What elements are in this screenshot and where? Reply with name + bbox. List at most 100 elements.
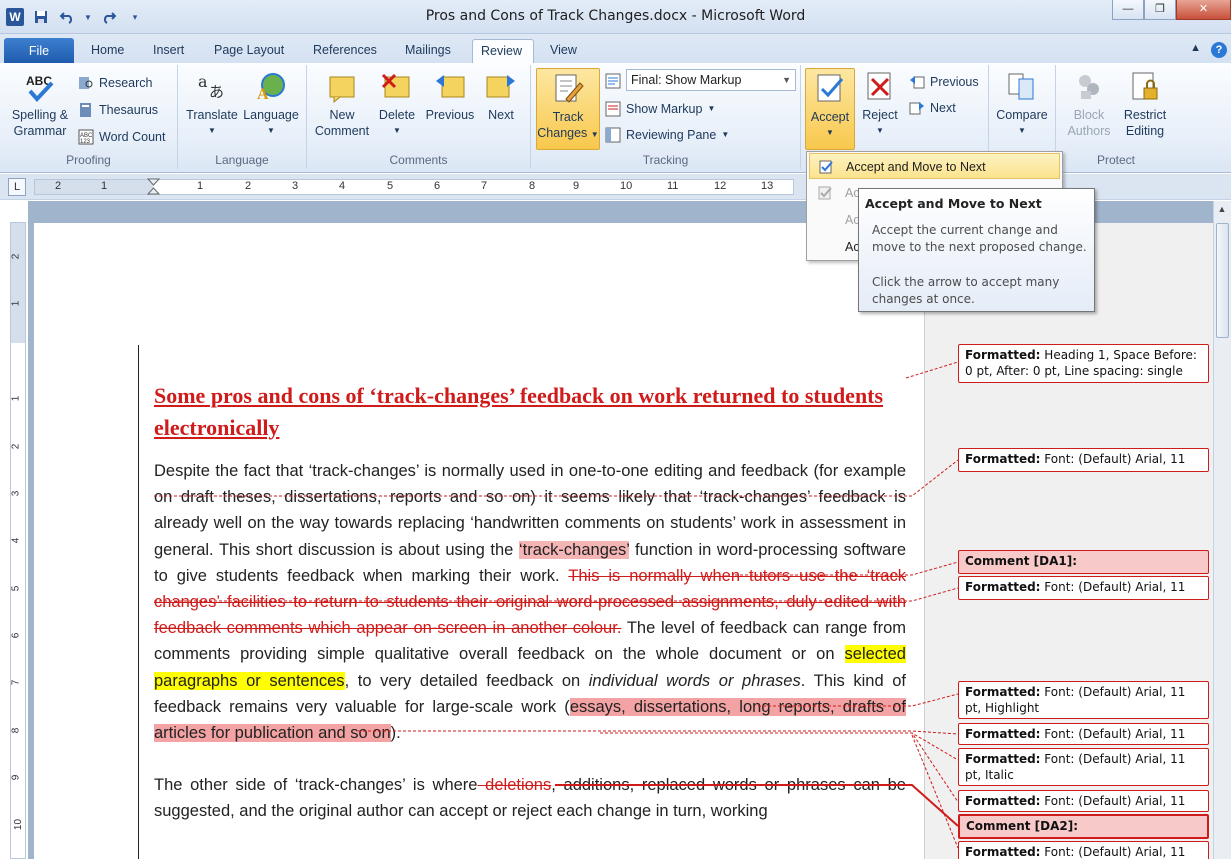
svg-text:A: A	[257, 86, 269, 103]
track-changes-button[interactable]: Track Changes ▼	[536, 68, 600, 150]
thesaurus-button[interactable]: Thesaurus	[78, 100, 158, 120]
chevron-down-icon: ▼	[393, 126, 401, 135]
next-comment-button[interactable]: Next	[479, 67, 523, 123]
ribbon-tabs: File Home Insert Page Layout References …	[0, 34, 1231, 64]
svg-text:あ: あ	[209, 83, 224, 101]
next-change-button[interactable]: Next	[909, 98, 956, 118]
tab-mailings[interactable]: Mailings	[397, 39, 459, 63]
italic-text: individual words or phrases	[588, 671, 801, 690]
research-button[interactable]: Research	[78, 73, 153, 93]
indent-marker-icon[interactable]	[147, 178, 161, 196]
window-controls: — ❐ ✕	[1112, 0, 1231, 20]
chevron-down-icon: ▼	[826, 128, 834, 137]
tab-page-layout[interactable]: Page Layout	[206, 39, 292, 63]
tab-review[interactable]: Review	[472, 39, 534, 63]
spelling-grammar-button[interactable]: ABC Spelling & Grammar	[6, 67, 74, 139]
scroll-up-icon[interactable]: ▲	[1214, 201, 1230, 217]
close-icon[interactable]: ✕	[1176, 0, 1231, 20]
previous-change-icon	[910, 76, 925, 89]
balloon-formatted[interactable]: Formatted: Heading 1, Space Before: 0 pt…	[958, 344, 1209, 383]
help-icon[interactable]: ?	[1211, 42, 1227, 58]
group-label-protect: Protect	[1096, 153, 1135, 167]
group-language: aあ Translate ▼ A Language ▼ Language	[178, 65, 307, 169]
show-markup-button[interactable]: Show Markup ▼	[605, 99, 715, 119]
document-heading: Some pros and cons of ‘track-changes’ fe…	[154, 383, 884, 440]
paragraph-2: The other side of ‘track-changes’ is whe…	[154, 776, 906, 821]
restrict-editing-icon	[1132, 72, 1158, 100]
group-proofing: ABC Spelling & Grammar Research Thesauru…	[0, 65, 178, 169]
tab-view[interactable]: View	[542, 39, 585, 63]
balloon-formatted[interactable]: Formatted: Font: (Default) Arial, 11	[958, 723, 1209, 745]
reviewing-pane-icon	[605, 127, 621, 143]
tooltip-body: Accept the current change and move to th…	[872, 223, 1087, 254]
svg-text:a: a	[198, 72, 208, 91]
balloon-comment-da1[interactable]: Comment [DA1]:	[958, 550, 1209, 574]
tooltip-title: Accept and Move to Next	[865, 196, 1042, 211]
language-button[interactable]: A Language ▼	[241, 67, 301, 139]
group-label-tracking: Tracking	[642, 153, 689, 167]
tab-insert[interactable]: Insert	[145, 39, 192, 63]
horizontal-ruler[interactable]: 2 1 1 2 3 4 5 6 7 8 9 10 11 12 13	[34, 178, 794, 196]
maximize-icon[interactable]: ❐	[1144, 0, 1176, 20]
delete-comment-button[interactable]: Delete ▼	[373, 67, 421, 139]
tab-home[interactable]: Home	[83, 39, 132, 63]
translate-icon: aあ	[198, 72, 224, 101]
track-changes-icon	[555, 74, 584, 103]
vertical-scrollbar[interactable]: ▲	[1213, 201, 1231, 859]
new-comment-button[interactable]: New Comment	[311, 67, 373, 139]
minimize-icon[interactable]: —	[1112, 0, 1144, 20]
balloon-formatted[interactable]: Formatted: Font: (Default) Arial, 11	[958, 576, 1209, 600]
vertical-ruler[interactable]: 2 1 1 2 3 4 5 6 7 8 9 10	[10, 222, 26, 859]
display-for-review-select[interactable]: Final: Show Markup ▼	[626, 69, 796, 91]
accept-change-icon	[818, 186, 832, 200]
comment-anchor-da1[interactable]: ‘track-changes’	[519, 540, 630, 559]
restrict-editing-button[interactable]: Restrict Editing	[1118, 67, 1172, 139]
language-globe-icon: A	[257, 73, 285, 103]
balloon-formatted[interactable]: Formatted: Font: (Default) Arial, 11	[958, 790, 1209, 812]
balloon-formatted[interactable]: Formatted: Font: (Default) Arial, 11	[958, 448, 1209, 472]
chevron-down-icon: ▼	[590, 130, 599, 139]
tab-selector[interactable]: L	[8, 178, 26, 196]
accept-move-next-icon	[819, 160, 833, 174]
word-count-button[interactable]: ABC 123 Word Count	[78, 127, 165, 147]
word-count-icon: ABC123	[78, 129, 94, 145]
block-authors-icon	[1079, 75, 1099, 99]
previous-comment-icon	[436, 75, 465, 98]
balloon-formatted[interactable]: Formatted: Font: (Default) Arial, 11	[958, 841, 1209, 859]
chevron-down-icon: ▼	[876, 126, 884, 135]
chevron-down-icon: ▼	[1018, 126, 1026, 135]
minimize-ribbon-icon[interactable]: ▲	[1190, 42, 1201, 58]
chevron-down-icon: ▼	[721, 130, 730, 139]
previous-change-button[interactable]: Previous	[909, 72, 979, 92]
change-bar	[138, 345, 139, 859]
balloon-formatted[interactable]: Formatted: Font: (Default) Arial, 11 pt,…	[958, 748, 1209, 786]
balloon-comment-da2[interactable]: Comment [DA2]:	[958, 814, 1209, 839]
reject-button[interactable]: Reject ▼	[857, 67, 903, 139]
compare-icon	[1008, 73, 1034, 100]
show-markup-icon	[605, 101, 621, 117]
group-label-proofing: Proofing	[66, 153, 111, 167]
reviewing-pane-button[interactable]: Reviewing Pane ▼	[605, 125, 729, 145]
document-body[interactable]: Some pros and cons of ‘track-changes’ fe…	[154, 380, 906, 825]
spelling-icon: ABC	[26, 74, 54, 102]
compare-button[interactable]: Compare ▼	[993, 67, 1051, 139]
window-title: Pros and Cons of Track Changes.docx - Mi…	[425, 8, 806, 24]
accept-button[interactable]: Accept ▼	[805, 68, 855, 150]
group-protect: Block Authors Restrict Editing Protect	[1056, 65, 1176, 169]
paragraph-1: Despite the fact that ‘track-changes’ is…	[154, 462, 907, 743]
title-bar: W ▼ ▾ Pros and Cons of Track Changes.doc…	[0, 0, 1231, 34]
previous-comment-button[interactable]: Previous	[421, 67, 479, 123]
tab-references[interactable]: References	[305, 39, 385, 63]
translate-button[interactable]: aあ Translate ▼	[183, 67, 241, 139]
chevron-down-icon: ▼	[267, 126, 275, 135]
balloon-formatted[interactable]: Formatted: Font: (Default) Arial, 11 pt,…	[958, 681, 1209, 719]
group-label-comments: Comments	[389, 153, 448, 167]
menu-item-accept-and-move-to-next[interactable]: Accept and Move to Next	[809, 153, 1060, 179]
svg-text:123: 123	[80, 139, 91, 145]
scrollbar-thumb[interactable]	[1216, 223, 1229, 338]
group-comments: New Comment Delete ▼ Previous Next Comme…	[307, 65, 531, 169]
group-label-language: Language	[215, 153, 269, 167]
accept-icon	[817, 74, 844, 102]
tab-file[interactable]: File	[4, 38, 74, 64]
block-authors-button[interactable]: Block Authors	[1060, 67, 1118, 139]
